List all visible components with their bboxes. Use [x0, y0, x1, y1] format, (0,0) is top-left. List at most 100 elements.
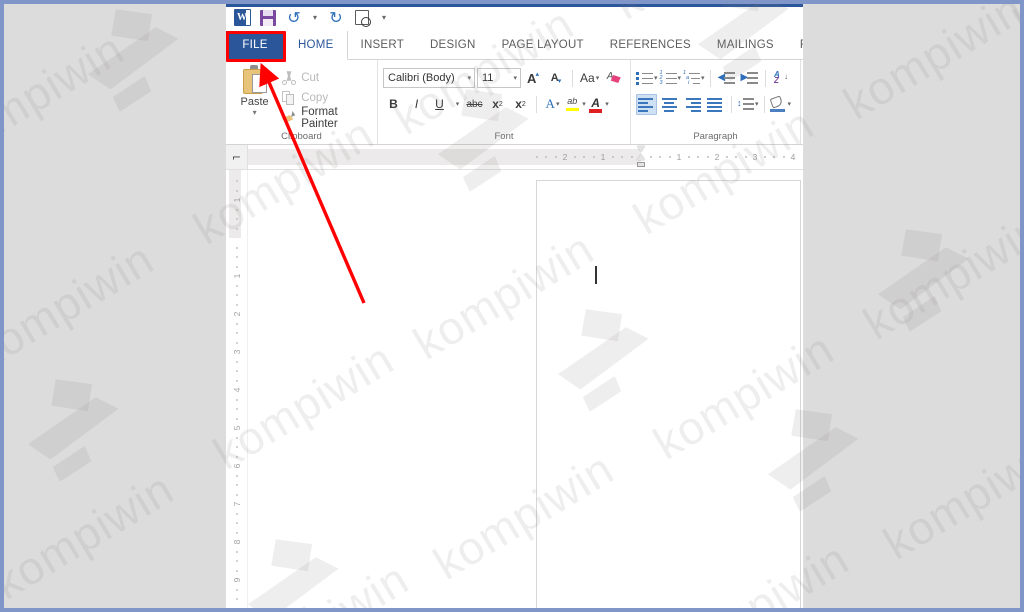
- vruler-tick-dot: [235, 512, 238, 515]
- paragraph-separator: [709, 69, 711, 87]
- text-effects-chevron-down-icon[interactable]: ▾: [556, 100, 560, 108]
- vruler-tick-dot: [235, 246, 238, 249]
- vruler-tick-dot: [235, 360, 238, 363]
- vruler-tick-label: 4: [231, 387, 242, 393]
- change-case-chevron-down-icon[interactable]: ▾: [596, 74, 600, 82]
- ruler-tick-label: 3: [752, 152, 758, 162]
- ruler-tick-label: 1: [600, 152, 606, 162]
- line-spacing-button[interactable]: ↕ ▾: [737, 94, 759, 115]
- bullets-icon: [636, 71, 653, 86]
- font-separator: [572, 69, 573, 87]
- watermark-text: kompiwin: [874, 421, 1020, 570]
- cut-button[interactable]: Cut: [282, 70, 372, 87]
- ruler-tick-dot: [725, 156, 728, 158]
- underline-button[interactable]: U: [429, 94, 450, 115]
- tab-page-layout[interactable]: PAGE LAYOUT: [489, 31, 597, 59]
- vruler-tick-dot: [235, 417, 238, 420]
- redo-icon[interactable]: ↻: [324, 7, 348, 29]
- indent-markers[interactable]: [636, 146, 646, 167]
- tab-stop-selector-button[interactable]: ⌐: [226, 145, 248, 169]
- bullets-button[interactable]: ▾: [636, 68, 658, 89]
- customize-qat-icon[interactable]: ▾: [376, 7, 392, 29]
- ruler-tick-dot: [535, 156, 538, 158]
- change-case-button[interactable]: Aa ▾: [578, 68, 601, 89]
- highlight-icon: ab: [565, 96, 581, 112]
- undo-icon[interactable]: ↺: [282, 7, 306, 29]
- tab-mailings[interactable]: MAILINGS: [704, 31, 787, 59]
- undo-dropdown-icon[interactable]: ▾: [308, 7, 322, 29]
- shading-chevron-down-icon[interactable]: ▾: [788, 100, 792, 108]
- format-painter-button[interactable]: Format Painter: [282, 106, 372, 130]
- font-name-combobox[interactable]: Calibri (Body) ▾: [383, 68, 475, 88]
- multilevel-list-icon: 1ai: [683, 70, 701, 86]
- sort-button[interactable]: A Z ↓: [771, 68, 792, 89]
- font-color-button[interactable]: A ▾: [588, 94, 609, 115]
- superscript-label: x: [515, 97, 522, 111]
- print-preview-icon[interactable]: [350, 7, 374, 29]
- font-name-chevron-down-icon[interactable]: ▾: [464, 74, 471, 82]
- shading-icon: [769, 94, 787, 112]
- bold-button[interactable]: B: [383, 94, 404, 115]
- superscript-button[interactable]: x2: [510, 94, 531, 115]
- paste-dropdown-icon[interactable]: ▾: [253, 109, 257, 117]
- tab-design[interactable]: DESIGN: [417, 31, 489, 59]
- copy-label: Copy: [301, 92, 329, 104]
- font-size-combobox[interactable]: 11 ▾: [477, 68, 521, 88]
- vruler-tick-dot: [235, 484, 238, 486]
- bold-label: B: [389, 97, 398, 111]
- clear-formatting-icon: A: [606, 70, 622, 86]
- italic-button[interactable]: I: [406, 94, 427, 115]
- vruler-tick-label: 6: [231, 463, 242, 469]
- highlight-chevron-down-icon[interactable]: ▾: [582, 100, 586, 108]
- vruler-tick-dot: [235, 284, 238, 287]
- text-highlight-color-button[interactable]: ab ▾: [565, 94, 586, 115]
- align-right-icon: [684, 97, 701, 112]
- paste-button[interactable]: Paste ▾: [231, 63, 278, 130]
- vruler-tick-dot: [235, 607, 238, 608]
- shading-button[interactable]: ▾: [769, 94, 792, 115]
- font-color-chevron-down-icon[interactable]: ▾: [605, 100, 609, 108]
- vruler-tick-dot: [235, 189, 238, 192]
- font-size-chevron-down-icon[interactable]: ▾: [510, 74, 517, 82]
- numbering-button[interactable]: 123 ▾: [660, 68, 682, 89]
- paragraph-group-label: Paragraph: [693, 131, 738, 142]
- decrease-indent-button[interactable]: ◀: [716, 68, 737, 89]
- vruler-tick-dot: [235, 180, 238, 182]
- vruler-tick-dot: [235, 294, 238, 296]
- shrink-font-button[interactable]: A ▾: [546, 68, 567, 89]
- ruler-tick-label: 1: [676, 152, 682, 162]
- copy-button[interactable]: Copy: [282, 90, 372, 107]
- numbering-icon: 123: [660, 70, 677, 86]
- tab-insert[interactable]: INSERT: [348, 31, 417, 59]
- tab-file[interactable]: FILE: [226, 31, 284, 59]
- save-icon[interactable]: [256, 7, 280, 29]
- change-case-label: Aa: [580, 71, 595, 85]
- document-page[interactable]: [536, 180, 801, 608]
- vruler-tick-dot: [235, 522, 238, 524]
- grow-font-button[interactable]: A ▴: [523, 68, 544, 89]
- bullets-chevron-down-icon[interactable]: ▾: [654, 74, 658, 82]
- multilevel-list-chevron-down-icon[interactable]: ▾: [701, 74, 705, 82]
- tab-references[interactable]: REFERENCES: [597, 31, 704, 59]
- increase-indent-button[interactable]: ▶: [739, 68, 760, 89]
- document-pane[interactable]: [248, 170, 804, 608]
- text-effects-button[interactable]: A ▾: [542, 94, 563, 115]
- justify-button[interactable]: [705, 94, 726, 115]
- word-app-icon[interactable]: [230, 7, 254, 29]
- vruler-tick-label: 1: [231, 197, 242, 203]
- clear-formatting-button[interactable]: A: [603, 68, 624, 89]
- horizontal-ruler[interactable]: 2 1 1 2 3 4: [248, 145, 804, 169]
- tab-home[interactable]: HOME: [284, 31, 348, 60]
- vertical-ruler[interactable]: 1 1 2 3 4 5 6 7 8 9: [226, 170, 248, 608]
- font-name-value: Calibri (Body): [388, 72, 455, 84]
- align-right-button[interactable]: [682, 94, 703, 115]
- align-center-button[interactable]: [659, 94, 680, 115]
- underline-chevron-down-icon[interactable]: ▾: [452, 94, 462, 115]
- multilevel-list-button[interactable]: 1ai ▾: [683, 68, 705, 89]
- tab-review[interactable]: REVIEW: [787, 31, 804, 59]
- line-spacing-chevron-down-icon[interactable]: ▾: [755, 100, 759, 108]
- numbering-chevron-down-icon[interactable]: ▾: [678, 74, 682, 82]
- align-left-button[interactable]: [636, 93, 657, 115]
- strikethrough-button[interactable]: abc: [464, 94, 485, 115]
- subscript-button[interactable]: x2: [487, 94, 508, 115]
